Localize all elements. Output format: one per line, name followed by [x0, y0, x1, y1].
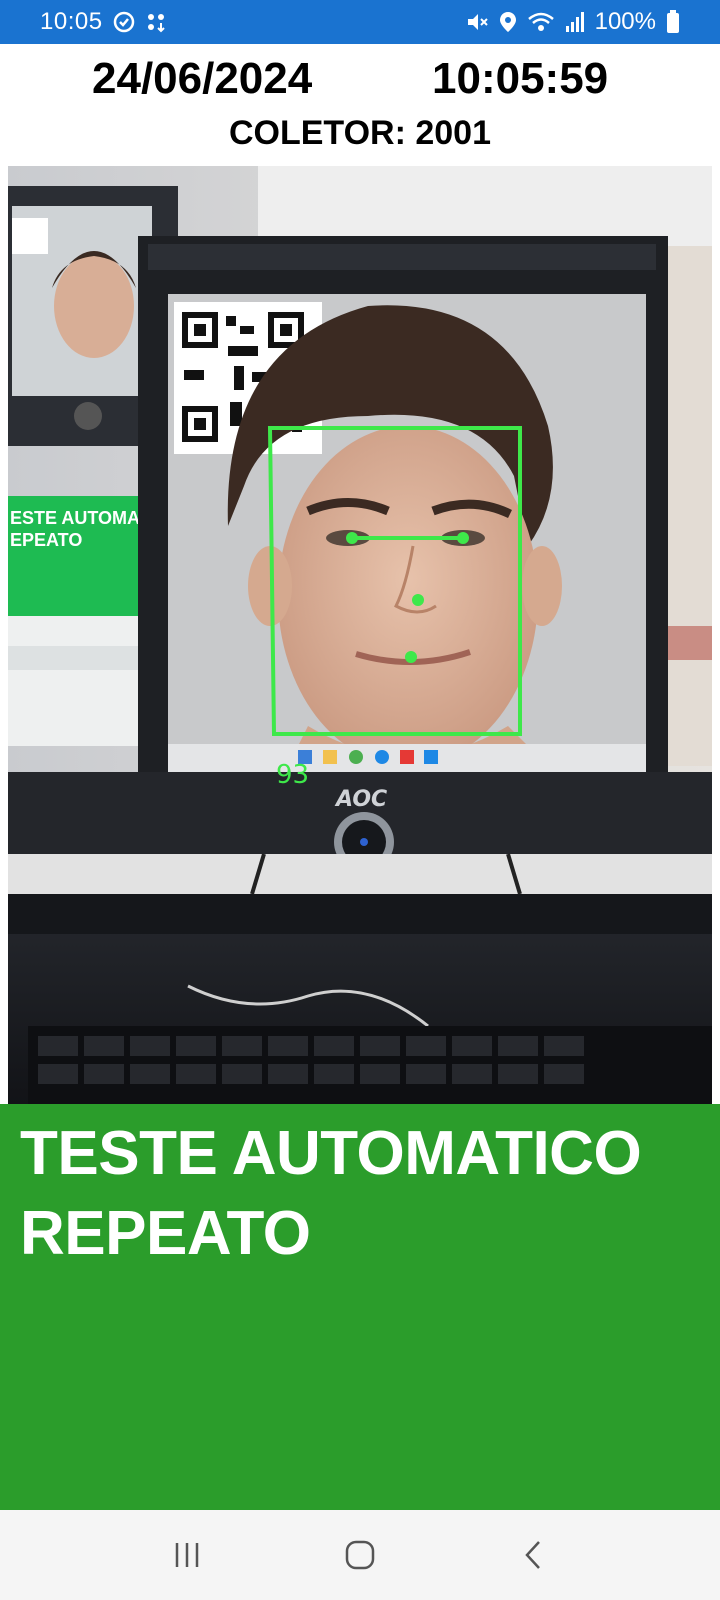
sync-icon	[113, 11, 135, 33]
navigation-bar	[0, 1510, 720, 1600]
status-bar-right: 100%	[465, 8, 680, 36]
signal-icon	[565, 11, 585, 33]
message-panel: TESTE AUTOMATICO REPEATO	[0, 1104, 720, 1510]
battery-icon	[666, 10, 680, 34]
home-button[interactable]	[320, 1525, 400, 1585]
mute-icon	[465, 11, 489, 33]
status-bar-left: 10:05	[40, 8, 167, 36]
back-icon	[525, 1541, 541, 1569]
match-score: 93	[276, 760, 310, 790]
recent-apps-button[interactable]	[147, 1525, 227, 1585]
header: 24/06/2024 10:05:59 COLETOR: 2001	[0, 44, 720, 166]
camera-image: ESTE AUTOMATIC EPEATO AOC	[8, 166, 712, 1104]
date-label: 24/06/2024	[92, 54, 313, 103]
svg-text:EPEATO: EPEATO	[10, 530, 82, 550]
transfer-icon	[145, 11, 167, 33]
clock-label: 10:05:59	[432, 54, 609, 103]
back-button[interactable]	[493, 1525, 573, 1585]
recent-apps-icon	[175, 1543, 198, 1567]
message-line-1: TESTE AUTOMATICO	[20, 1119, 642, 1188]
camera-preview: ESTE AUTOMATIC EPEATO AOC 93	[8, 166, 712, 1104]
status-time: 10:05	[40, 8, 103, 35]
collector-label: COLETOR: 2001	[228, 114, 491, 152]
status-bar: 10:05 100%	[0, 0, 720, 44]
svg-text:AOC: AOC	[334, 787, 387, 812]
location-icon	[499, 11, 517, 33]
home-icon	[345, 1540, 375, 1570]
wifi-icon	[527, 11, 555, 33]
message-line-2: REPEATO	[20, 1199, 311, 1268]
battery-percentage: 100%	[594, 8, 656, 35]
